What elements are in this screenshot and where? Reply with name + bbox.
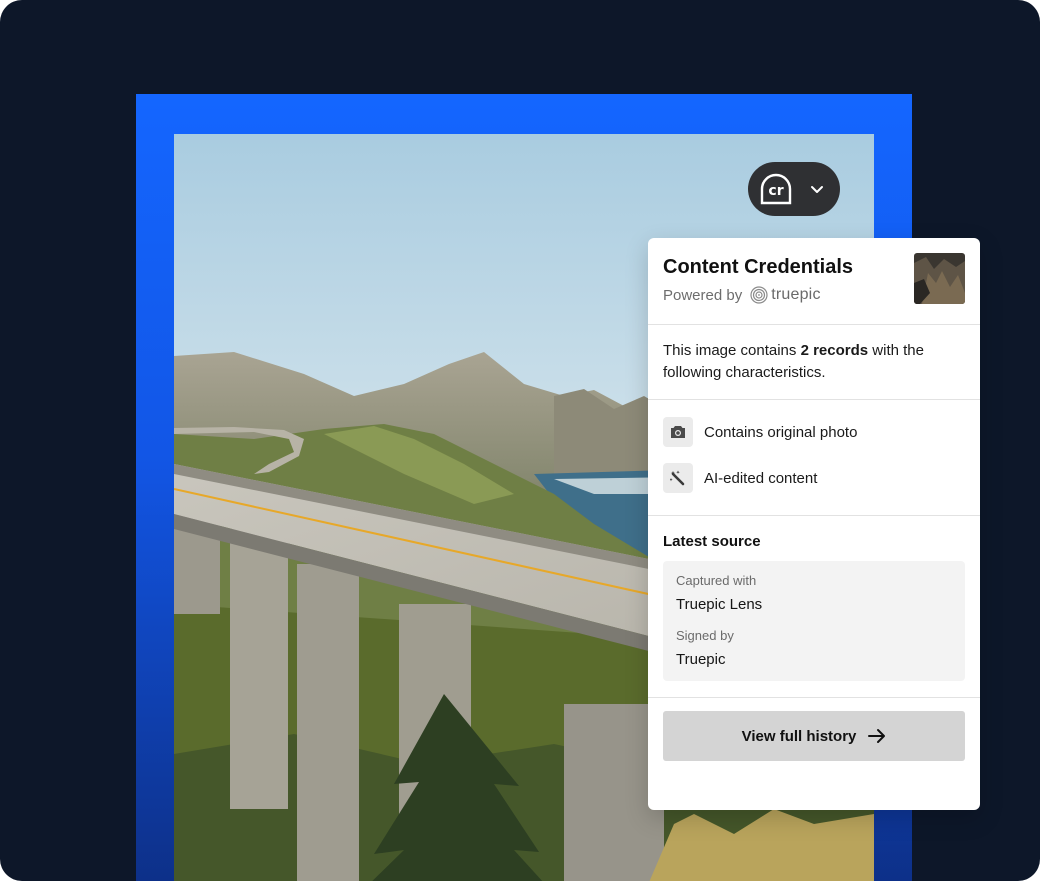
- magic-wand-icon: [663, 463, 693, 493]
- chevron-down-icon: [811, 186, 823, 193]
- view-full-history-label: View full history: [741, 727, 857, 745]
- arrow-right-icon: [868, 729, 886, 743]
- stage-background: cr Content Credentials Powered by truepi…: [0, 0, 1040, 881]
- source-details: Captured with Truepic Lens Signed by Tru…: [663, 561, 965, 681]
- view-full-history-button[interactable]: View full history: [663, 711, 965, 761]
- latest-source-section: Latest source Captured with Truepic Lens…: [648, 516, 980, 698]
- characteristics-list: Contains original photo AI-edited conten…: [648, 400, 980, 516]
- characteristic-label: AI-edited content: [704, 469, 818, 487]
- characteristic-ai-edited: AI-edited content: [663, 463, 817, 493]
- signed-by-label: Signed by: [676, 628, 734, 643]
- signed-by-value: Truepic: [676, 651, 726, 668]
- image-thumbnail[interactable]: [914, 253, 965, 304]
- latest-source-title: Latest source: [663, 533, 761, 550]
- captured-with-value: Truepic Lens: [676, 596, 763, 613]
- panel-header: Content Credentials Powered by truepic: [648, 238, 980, 325]
- cr-logo-icon: cr: [760, 173, 792, 205]
- truepic-brand: truepic: [771, 286, 821, 303]
- powered-by-label: Powered by: [663, 286, 743, 304]
- content-credentials-panel: Content Credentials Powered by truepic T…: [648, 238, 980, 810]
- panel-title: Content Credentials: [663, 256, 854, 278]
- content-credentials-button[interactable]: cr: [748, 162, 840, 216]
- records-count: 2 records: [800, 342, 869, 359]
- fingerprint-icon: [750, 286, 768, 304]
- captured-with-label: Captured with: [676, 573, 757, 588]
- svg-text:cr: cr: [768, 183, 783, 199]
- records-summary: This image contains 2 records with the f…: [648, 325, 980, 400]
- characteristic-original-photo: Contains original photo: [663, 417, 857, 447]
- camera-icon: [663, 417, 693, 447]
- characteristic-label: Contains original photo: [704, 423, 858, 441]
- powered-by: Powered by truepic: [663, 286, 821, 304]
